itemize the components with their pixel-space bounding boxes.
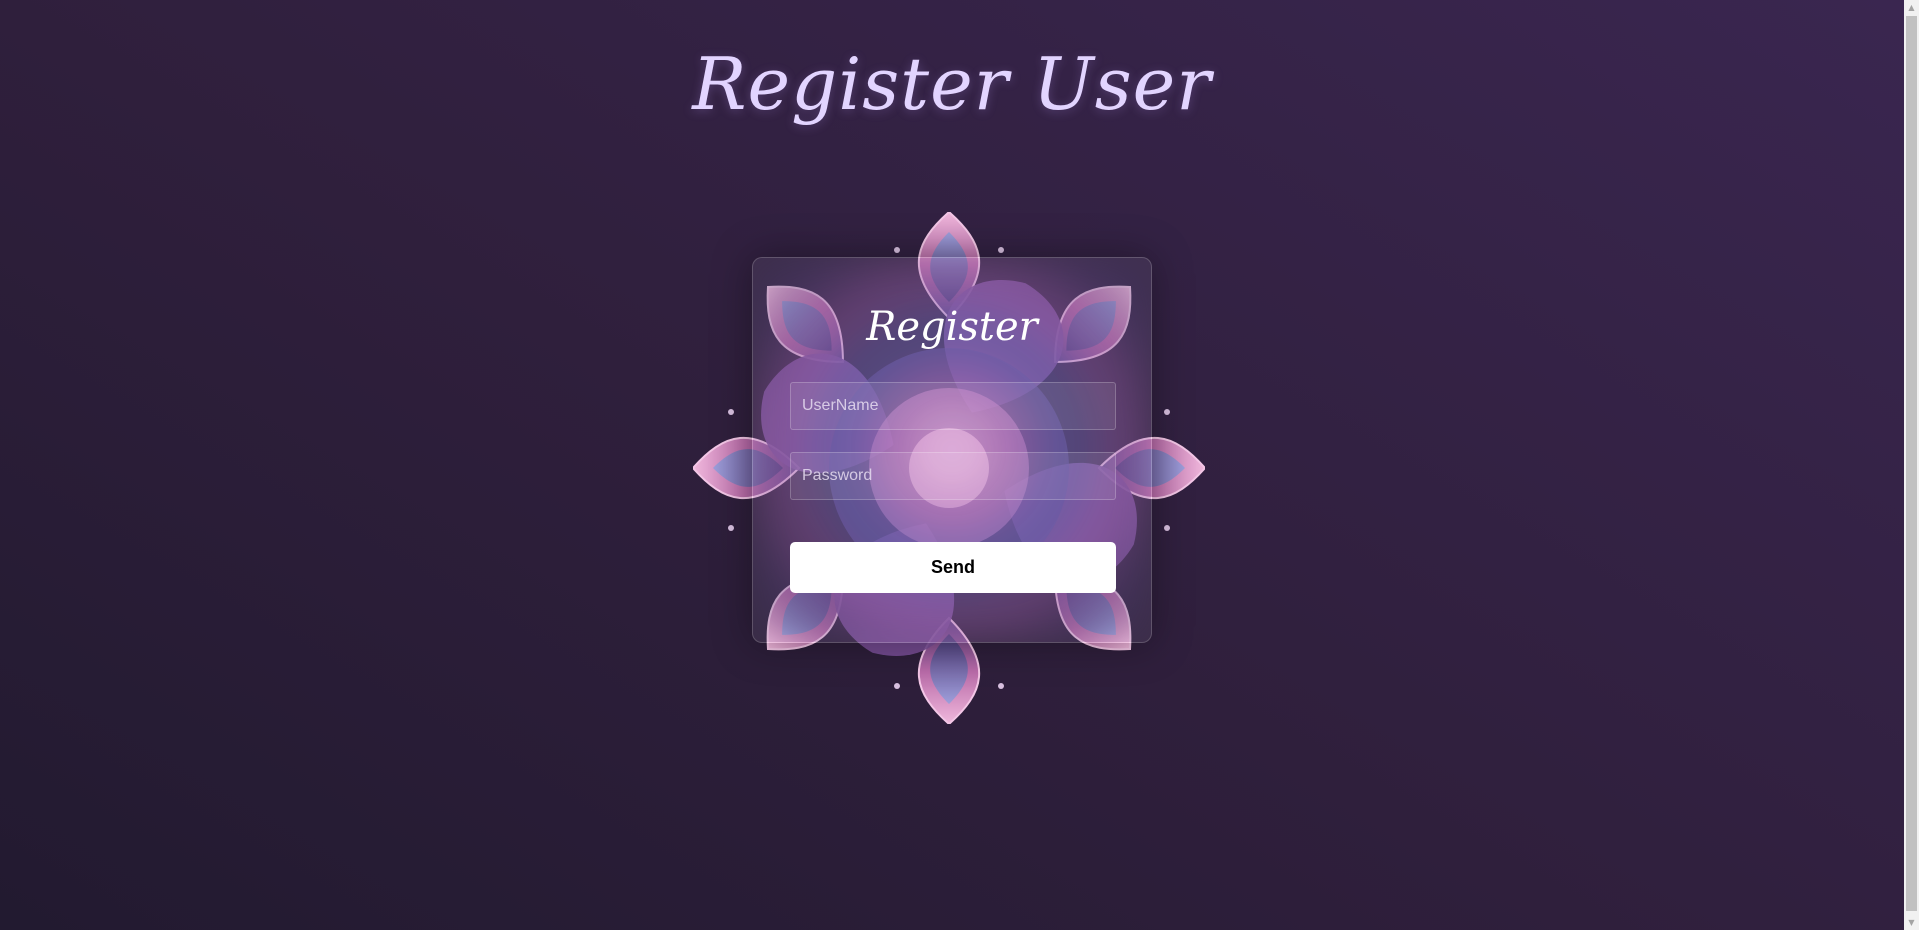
scroll-down-icon[interactable]: ▼ (1904, 915, 1919, 930)
scroll-thumb[interactable] (1906, 16, 1917, 911)
send-button[interactable]: Send (790, 542, 1116, 593)
page-title: Register User (692, 42, 1212, 126)
form-title: Register (866, 304, 1038, 350)
register-card: Register Send (752, 257, 1152, 643)
scroll-up-icon[interactable]: ▲ (1904, 0, 1919, 15)
username-input[interactable] (790, 382, 1116, 430)
password-input[interactable] (790, 452, 1116, 500)
vertical-scrollbar[interactable]: ▲ ▼ (1904, 0, 1919, 930)
